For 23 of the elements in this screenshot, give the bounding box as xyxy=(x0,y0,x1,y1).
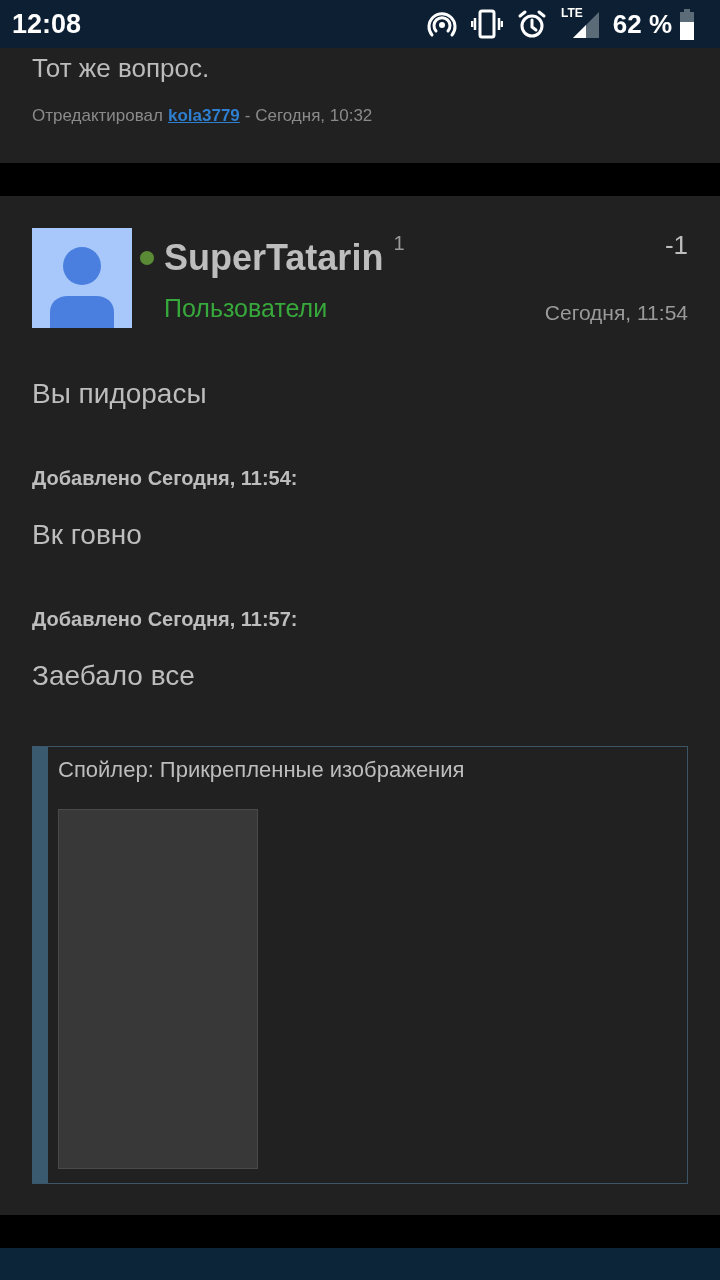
clock-time: 12:08 xyxy=(12,8,82,40)
spoiler-title[interactable]: Спойлер: Прикрепленные изображения xyxy=(58,757,677,783)
post-text: Тот же вопрос. xyxy=(32,52,211,84)
username-link[interactable]: kola3779 xyxy=(167,106,240,126)
post-text: Заебало все xyxy=(32,659,196,693)
image-thumbnail[interactable] xyxy=(58,809,258,1169)
vibrate-icon xyxy=(470,9,503,39)
alarm-icon xyxy=(516,9,547,39)
post-text: Вы пидорасы xyxy=(32,377,208,411)
hotspot-icon xyxy=(426,10,457,38)
network-type: LTE xyxy=(560,6,583,20)
post-text: Вк говно xyxy=(32,518,143,552)
post-date: Сегодня, 11:54 xyxy=(544,301,688,325)
battery-percent: 62 % xyxy=(612,8,672,40)
added-label: Добавлено Сегодня, 11:57: xyxy=(32,607,299,632)
author-name[interactable]: SuperTatarin xyxy=(164,237,384,279)
edit-date: - Сегодня, 10:32 xyxy=(244,106,373,126)
reputation-count: 1 xyxy=(393,232,405,255)
added-label: Добавлено Сегодня, 11:54: xyxy=(32,466,299,491)
user-group: Пользователи xyxy=(164,294,545,323)
edit-label: Отредактировал xyxy=(32,106,163,126)
battery-icon xyxy=(680,8,694,40)
post-rating: -1 xyxy=(663,230,688,261)
